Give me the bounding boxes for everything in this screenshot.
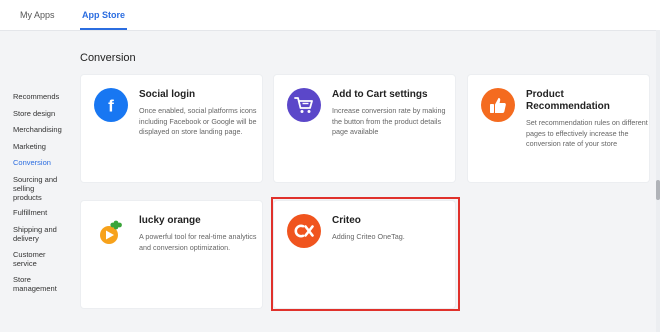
sidebar-item-recommends[interactable]: Recommends [13, 92, 73, 101]
section-title: Conversion [80, 52, 136, 64]
sidebar-item-store-management[interactable]: Store management [13, 275, 63, 293]
card-description: Adding Criteo OneTag. [332, 232, 405, 241]
sidebar-item-conversion[interactable]: Conversion [13, 158, 73, 167]
svg-text:f: f [108, 97, 114, 116]
card-title: Social login [139, 89, 196, 100]
card-description: A powerful tool for real-time analytics … [139, 232, 257, 252]
sidebar-item-fulfillment[interactable]: Fulfillment [13, 208, 73, 217]
card-title: Product Recommendation [526, 89, 610, 112]
card-description: Once enabled, social platforms icons inc… [139, 106, 257, 137]
sidebar-item-merchandising[interactable]: Merchandising [13, 125, 73, 134]
app-card-product-recommendation[interactable]: Product Recommendation Set recommendatio… [468, 75, 649, 182]
criteo-icon [287, 214, 321, 248]
app-card-lucky-orange[interactable]: lucky orange A powerful tool for real-ti… [81, 201, 262, 308]
thumbs-up-icon [481, 88, 515, 122]
card-description: Set recommendation rules on different pa… [526, 118, 648, 149]
lucky-orange-icon [94, 214, 128, 248]
sidebar-item-customer-service[interactable]: Customer service [13, 250, 63, 268]
card-title: Add to Cart settings [332, 89, 428, 100]
app-card-add-to-cart[interactable]: Add to Cart settings Increase conversion… [274, 75, 455, 182]
app-card-social-login[interactable]: f Social login Once enabled, social plat… [81, 75, 262, 182]
tab-app-store[interactable]: App Store [79, 0, 128, 30]
sidebar-item-shipping[interactable]: Shipping and delivery [13, 225, 65, 243]
facebook-icon: f [94, 88, 128, 122]
app-card-criteo[interactable]: Criteo Adding Criteo OneTag. [274, 201, 455, 308]
sidebar-item-marketing[interactable]: Marketing [13, 142, 73, 151]
cart-icon [287, 88, 321, 122]
card-title: Criteo [332, 215, 361, 226]
sidebar-item-sourcing[interactable]: Sourcing and selling products [13, 175, 65, 202]
scrollbar-thumb[interactable] [656, 180, 660, 200]
sidebar-item-store-design[interactable]: Store design [13, 109, 73, 118]
tab-my-apps[interactable]: My Apps [20, 0, 55, 30]
card-description: Increase conversion rate by making the b… [332, 106, 446, 137]
top-tab-bar: My Apps App Store [0, 0, 660, 31]
card-title: lucky orange [139, 215, 201, 226]
